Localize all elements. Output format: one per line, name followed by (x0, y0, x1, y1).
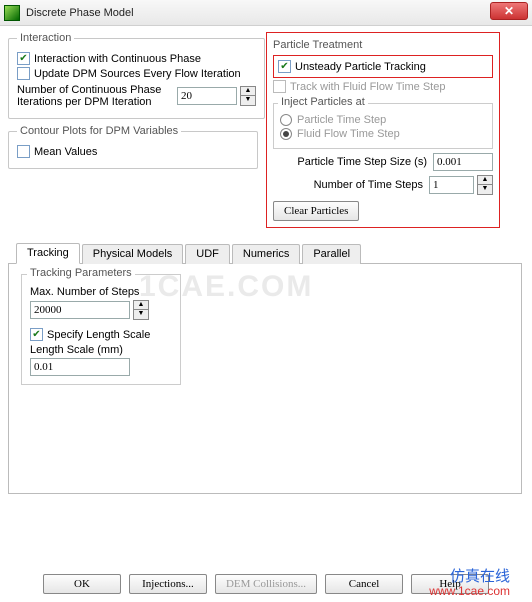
tabs: Tracking Physical Models UDF Numerics Pa… (8, 242, 522, 264)
tracking-params-group: Tracking Parameters Max. Number of Steps… (21, 274, 181, 385)
radio-fluid-ts (280, 128, 292, 140)
num-steps-label: Number of Time Steps (273, 179, 429, 191)
interact-continuous-label: Interaction with Continuous Phase (34, 53, 201, 65)
inject-at-legend: Inject Particles at (278, 96, 368, 108)
max-steps-input[interactable] (30, 301, 130, 319)
length-scale-input[interactable] (30, 358, 130, 376)
window-title: Discrete Phase Model (26, 7, 134, 19)
track-ff-label: Track with Fluid Flow Time Step (290, 81, 445, 93)
inject-at-group: Inject Particles at Particle Time Step F… (273, 103, 493, 149)
update-dpm-label: Update DPM Sources Every Flow Iteration (34, 68, 241, 80)
tab-numerics[interactable]: Numerics (232, 244, 300, 264)
contour-legend: Contour Plots for DPM Variables (17, 125, 181, 137)
injections-button[interactable]: Injections... (129, 574, 207, 594)
radio-particle-ts (280, 114, 292, 126)
max-steps-label: Max. Number of Steps (30, 286, 172, 298)
max-steps-spinner[interactable]: ▲▼ (133, 300, 149, 320)
num-iter-input[interactable] (177, 87, 237, 105)
pts-size-label: Particle Time Step Size (s) (273, 156, 433, 168)
radio-particle-ts-label: Particle Time Step (297, 114, 386, 126)
interaction-legend: Interaction (17, 32, 74, 44)
radio-fluid-ts-label: Fluid Flow Time Step (297, 128, 400, 140)
help-button[interactable]: Help (411, 574, 489, 594)
particle-treatment-highlight: Particle Treatment Unsteady Particle Tra… (266, 32, 500, 228)
num-iter-label: Number of Continuous Phase Iterations pe… (17, 84, 177, 108)
tab-physical-models[interactable]: Physical Models (82, 244, 183, 264)
tabpage-tracking: 1CAE.COM Tracking Parameters Max. Number… (8, 264, 522, 494)
specify-length-label: Specify Length Scale (47, 329, 150, 341)
unsteady-tracking-label: Unsteady Particle Tracking (295, 61, 426, 73)
clear-particles-button[interactable]: Clear Particles (273, 201, 359, 221)
interact-continuous-checkbox[interactable] (17, 52, 30, 65)
num-steps-input[interactable] (429, 176, 474, 194)
tab-udf[interactable]: UDF (185, 244, 230, 264)
length-scale-label: Length Scale (mm) (30, 344, 172, 356)
pts-size-input[interactable] (433, 153, 493, 171)
mean-values-checkbox[interactable] (17, 145, 30, 158)
num-steps-spinner[interactable]: ▲▼ (477, 175, 493, 195)
mean-values-label: Mean Values (34, 146, 97, 158)
contour-group: Contour Plots for DPM Variables Mean Val… (8, 125, 258, 169)
ok-button[interactable]: OK (43, 574, 121, 594)
num-iter-spinner[interactable]: ▲▼ (240, 86, 256, 106)
unsteady-tracking-checkbox[interactable] (278, 60, 291, 73)
track-ff-checkbox (273, 80, 286, 93)
cancel-button[interactable]: Cancel (325, 574, 403, 594)
titlebar: Discrete Phase Model ✕ (0, 0, 532, 26)
update-dpm-checkbox[interactable] (17, 67, 30, 80)
app-icon (4, 5, 20, 21)
close-button[interactable]: ✕ (490, 2, 528, 20)
bottom-bar: OK Injections... DEM Collisions... Cance… (0, 570, 532, 598)
interaction-group: Interaction Interaction with Continuous … (8, 32, 265, 119)
specify-length-checkbox[interactable] (30, 328, 43, 341)
particle-legend: Particle Treatment (273, 39, 493, 51)
tab-tracking[interactable]: Tracking (16, 243, 80, 264)
dem-collisions-button: DEM Collisions... (215, 574, 317, 594)
tab-parallel[interactable]: Parallel (302, 244, 361, 264)
tracking-params-legend: Tracking Parameters (27, 267, 135, 279)
